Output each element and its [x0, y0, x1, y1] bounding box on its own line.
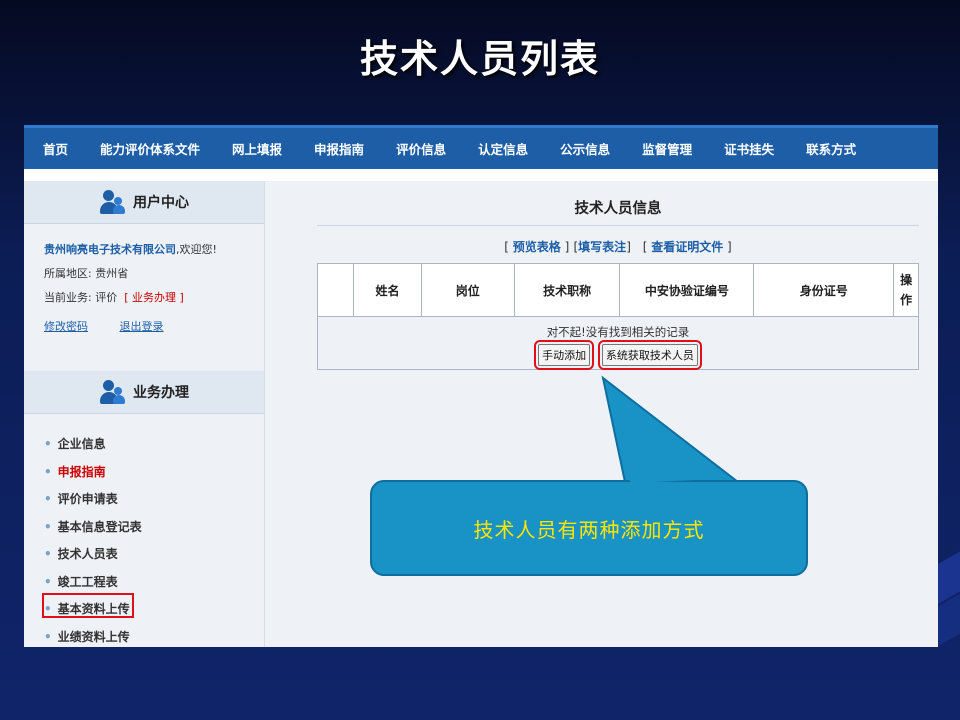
user-icon — [99, 379, 125, 405]
highlight-box — [42, 593, 134, 618]
business-value: 评价 — [95, 291, 118, 304]
change-password-link[interactable]: 修改密码 — [44, 320, 88, 333]
view-proof-link[interactable]: 查看证明文件 — [651, 240, 723, 254]
empty-message: 对不起!没有找到相关的记录 — [546, 325, 690, 339]
nav-home[interactable]: 首页 — [24, 139, 84, 158]
empty-row: 对不起!没有找到相关的记录 手动添加 系统获取技术人员 — [317, 316, 919, 370]
nav-certificate-loss[interactable]: 证书挂失 — [708, 139, 790, 158]
business-link[interactable]: 业务办理 — [132, 291, 176, 304]
menu-evaluation-form[interactable]: • 评价申请表 — [44, 486, 142, 514]
nav-evaluation-docs[interactable]: 能力评价体系文件 — [84, 139, 216, 158]
col-cert-number: 中安协验证编号 — [619, 263, 755, 317]
nav-online-filing[interactable]: 网上填报 — [216, 139, 298, 158]
top-nav: 首页 能力评价体系文件 网上填报 申报指南 评价信息 认定信息 公示信息 监督管… — [24, 125, 938, 169]
col-actions: 操作 — [893, 263, 919, 317]
fill-notes-link[interactable]: 填写表注 — [578, 240, 626, 254]
user-center-title: 用户中心 — [133, 195, 189, 211]
region-value: 贵州省 — [95, 267, 129, 280]
logout-link[interactable]: 退出登录 — [120, 320, 164, 333]
nav-evaluation-info[interactable]: 评价信息 — [380, 139, 462, 158]
menu-completed-projects[interactable]: • 竣工工程表 — [44, 569, 142, 597]
callout-text: 技术人员有两种添加方式 — [473, 517, 705, 542]
nav-certification-info[interactable]: 认定信息 — [462, 139, 544, 158]
col-name: 姓名 — [353, 263, 422, 317]
business-header: 业务办理 — [24, 371, 264, 414]
sidebar: 用户中心 贵州响亮电子技术有限公司,欢迎您! 所属地区: 贵州省 当前业务: 评… — [24, 181, 265, 647]
slide-title: 技术人员列表 — [359, 37, 600, 81]
preview-table-link[interactable]: 预览表格 — [513, 240, 561, 254]
user-center-header: 用户中心 — [24, 181, 264, 224]
user-info: 贵州响亮电子技术有限公司,欢迎您! 所属地区: 贵州省 当前业务: 评价 [ 业… — [44, 243, 217, 304]
business-title: 业务办理 — [133, 385, 189, 401]
col-select — [316, 263, 355, 317]
table-header-row: 姓名 岗位 技术职称 中安协验证编号 身份证号 操作 — [316, 263, 919, 317]
region-label: 所属地区: — [44, 267, 92, 280]
menu-basic-info-form[interactable]: • 基本信息登记表 — [44, 514, 142, 542]
staff-table: 姓名 岗位 技术职称 中安协验证编号 身份证号 操作 对不起!没有找到相关的记录… — [316, 263, 919, 370]
system-fetch-button[interactable]: 系统获取技术人员 — [597, 340, 702, 370]
menu-company-info[interactable]: • 企业信息 — [44, 431, 142, 459]
user-icon — [99, 189, 125, 215]
action-links: [ 预览表格 ] [填写表注] [ 查看证明文件 ] — [504, 240, 732, 254]
nav-contact[interactable]: 联系方式 — [790, 139, 872, 158]
menu-performance-upload[interactable]: • 业绩资料上传 — [44, 624, 142, 648]
main-panel: 技术人员信息 [ 预览表格 ] [填写表注] [ 查看证明文件 ] 姓名 岗位 … — [316, 181, 919, 370]
col-id-number: 身份证号 — [753, 263, 895, 317]
nav-guide[interactable]: 申报指南 — [298, 139, 380, 158]
menu-technical-staff[interactable]: • 技术人员表 — [44, 541, 142, 569]
nav-supervision[interactable]: 监督管理 — [626, 139, 708, 158]
business-label: 当前业务: — [44, 291, 92, 304]
col-post: 岗位 — [420, 263, 515, 317]
nav-public-notice[interactable]: 公示信息 — [544, 139, 626, 158]
nav-spacer — [24, 169, 938, 181]
manual-add-button[interactable]: 手动添加 — [534, 340, 595, 370]
table-row: 对不起!没有找到相关的记录 手动添加 系统获取技术人员 — [317, 316, 919, 370]
company-name: 贵州响亮电子技术有限公司 — [44, 243, 176, 256]
section-title: 技术人员信息 — [317, 181, 919, 226]
col-title: 技术职称 — [513, 263, 621, 317]
welcome-text: ,欢迎您! — [176, 243, 217, 256]
menu-filing-guide[interactable]: • 申报指南 — [44, 459, 142, 487]
account-links: 修改密码 退出登录 — [24, 310, 264, 334]
